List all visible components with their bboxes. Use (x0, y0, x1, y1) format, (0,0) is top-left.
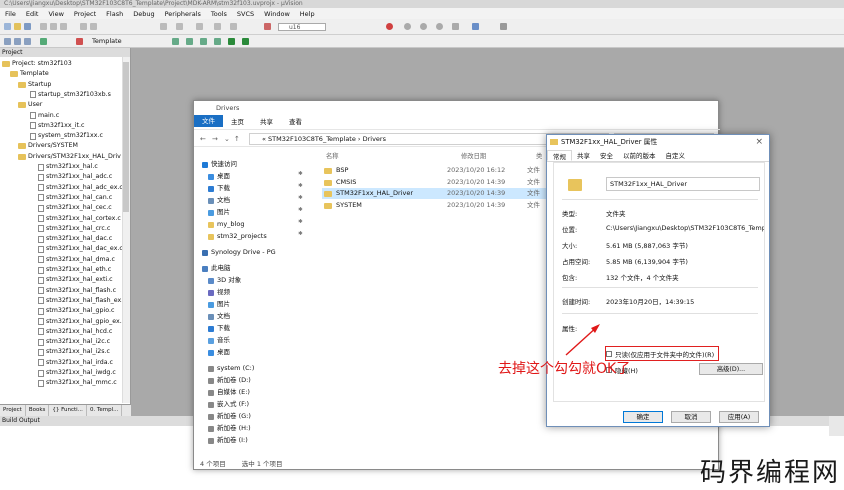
watermark: 码界编程网 (700, 458, 841, 488)
annotation-arrow (565, 324, 600, 356)
annotation-text: 去掉这个勾勾就OK了 (498, 361, 631, 377)
